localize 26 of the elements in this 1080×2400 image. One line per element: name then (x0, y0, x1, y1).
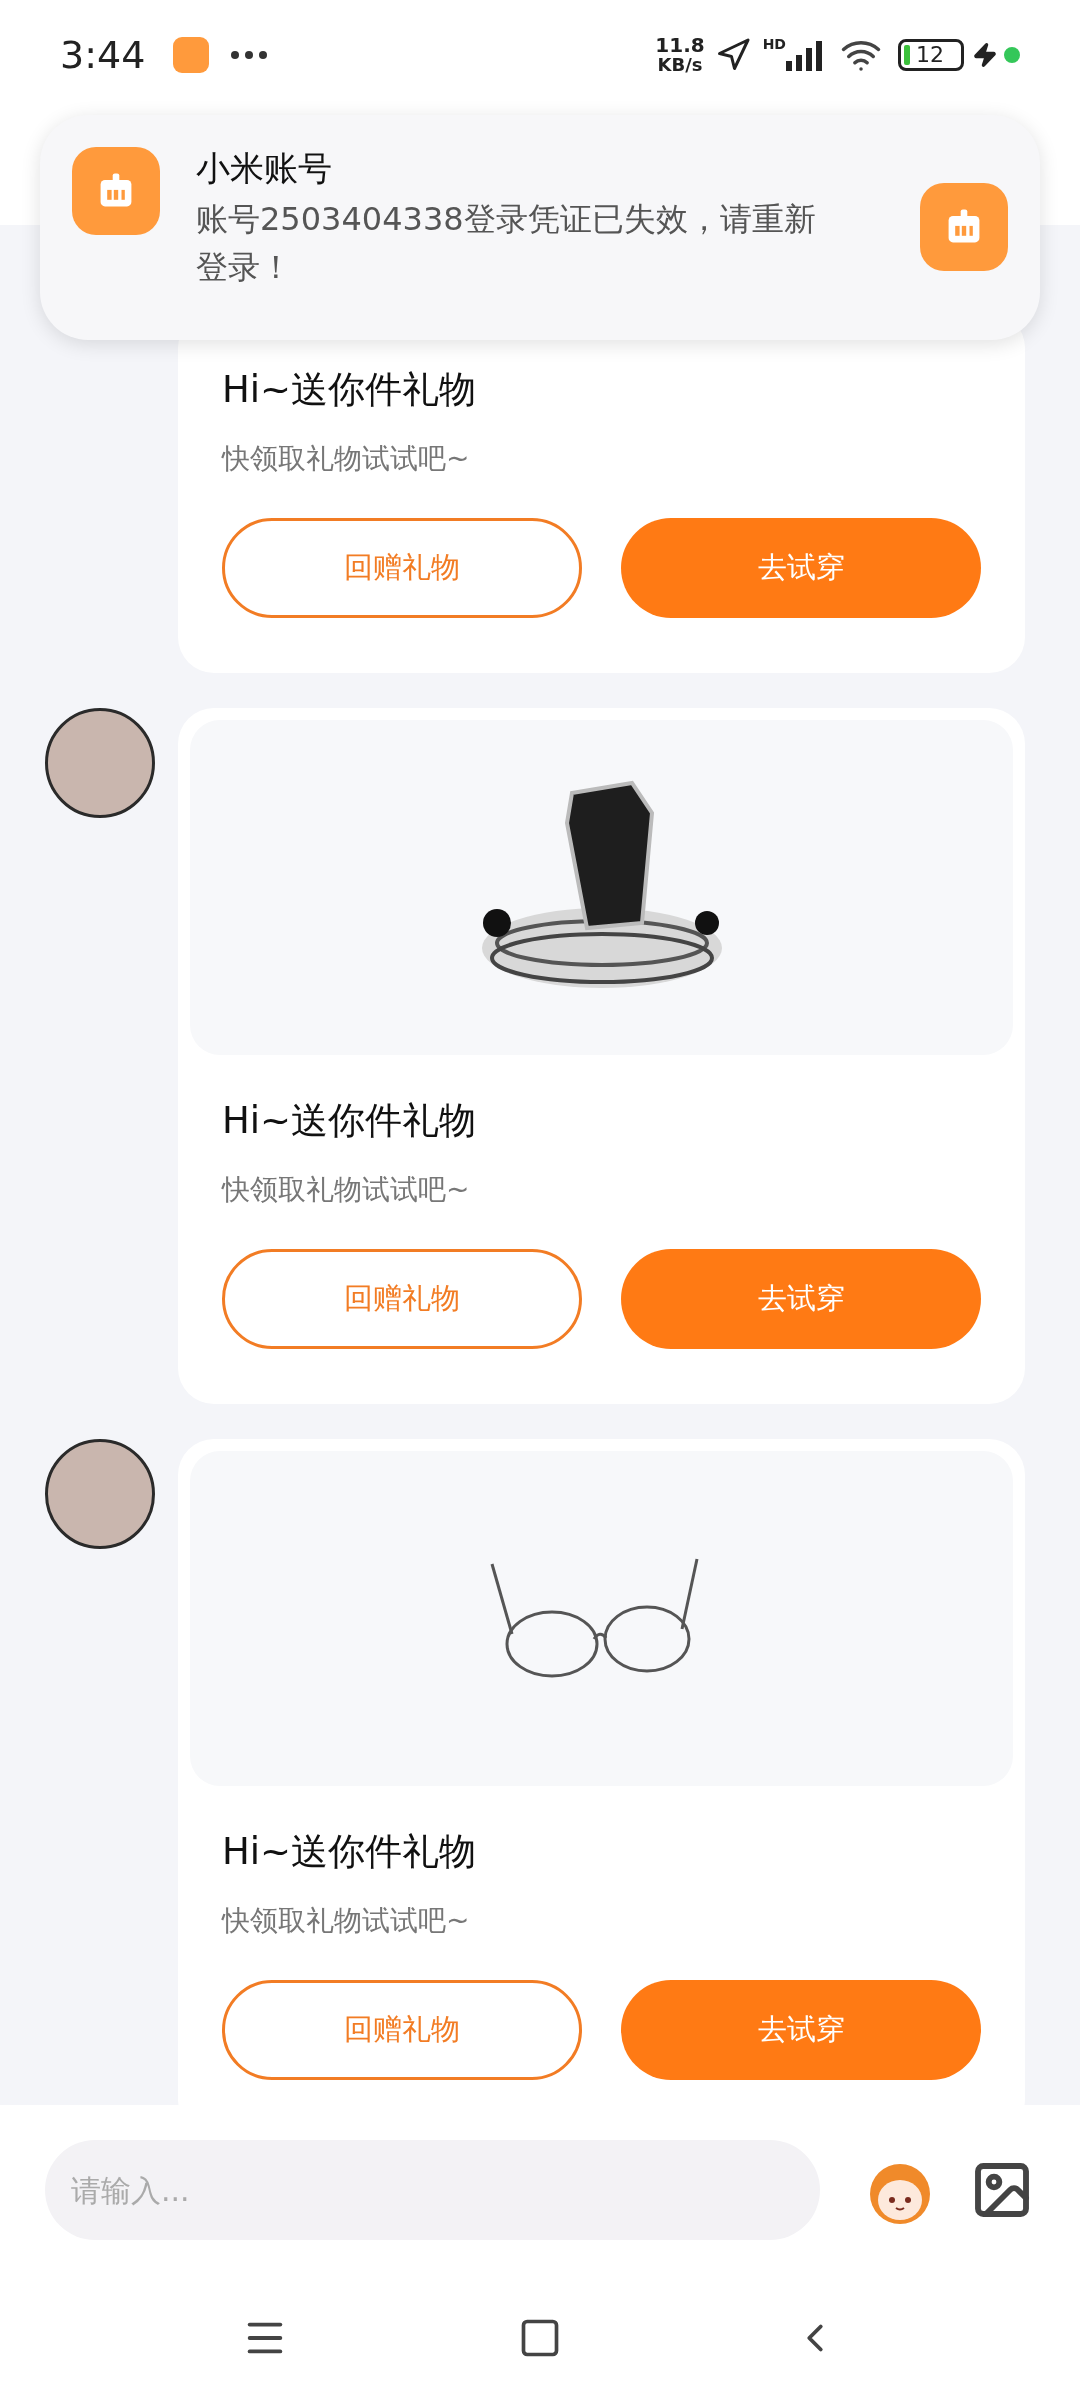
app-icon (173, 37, 210, 73)
charging-icon (972, 42, 998, 68)
notification-title: 小米账号 (196, 147, 333, 189)
try-on-button[interactable]: 去试穿 (621, 1249, 981, 1349)
battery-indicator: 12 (898, 39, 964, 71)
network-speed-unit: KB/s (657, 55, 703, 75)
return-gift-button[interactable]: 回赠礼物 (222, 1980, 582, 2080)
card-title: Hi~送你件礼物 (222, 368, 478, 412)
notification-body: 账号2503404338登录凭证已失效，请重新登录！ (196, 199, 817, 288)
card-title: Hi~送你件礼物 (222, 1099, 478, 1143)
network-type: HD (762, 35, 786, 54)
try-on-button[interactable]: 去试穿 (621, 1980, 981, 2080)
try-on-button[interactable]: 去试穿 (621, 518, 981, 618)
app-icon (920, 183, 1008, 271)
card-title: Hi~送你件礼物 (222, 1830, 478, 1874)
card-subtitle: 快领取礼物试试吧~ (222, 1904, 471, 1938)
notification-card[interactable]: 小米账号 账号2503404338登录凭证已失效，请重新登录！ (40, 115, 1040, 340)
network-speed: 11.8 (655, 35, 705, 55)
card-subtitle: 快领取礼物试试吧~ (222, 442, 471, 476)
status-time: 3:44 (60, 31, 146, 79)
card-subtitle: 快领取礼物试试吧~ (222, 1173, 471, 1207)
return-gift-button[interactable]: 回赠礼物 (222, 518, 582, 618)
message-input[interactable]: 请输入... (45, 2140, 820, 2240)
app-icon (72, 147, 160, 235)
more-icon (231, 51, 268, 59)
return-gift-button[interactable]: 回赠礼物 (222, 1249, 582, 1349)
